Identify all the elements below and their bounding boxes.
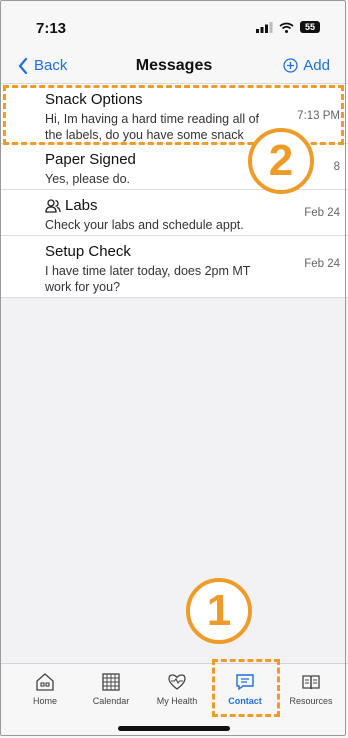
- tab-label: Resources: [289, 696, 333, 706]
- battery-icon: 55: [300, 21, 320, 33]
- message-preview: Yes, please do.: [45, 172, 131, 186]
- heart-pulse-icon: [168, 674, 186, 690]
- plus-circle-icon: [283, 58, 298, 73]
- tab-label: Contact: [228, 696, 262, 706]
- message-preview: I have time later today, does 2pm MT wor…: [45, 264, 251, 294]
- signal-icon: [256, 21, 273, 33]
- add-button[interactable]: Add: [283, 57, 330, 74]
- message-preview: Hi, Im having a hard time reading all of…: [45, 112, 259, 142]
- message-title: Snack Options: [45, 91, 143, 108]
- tab-calendar[interactable]: Calendar: [80, 672, 142, 706]
- message-title: Labs: [65, 197, 98, 214]
- status-icons: 55: [256, 21, 320, 33]
- tab-contact[interactable]: Contact: [214, 672, 276, 706]
- book-icon: [302, 675, 320, 690]
- home-indicator: [118, 726, 230, 731]
- tab-label: Calendar: [92, 696, 130, 706]
- chat-icon: [236, 674, 254, 691]
- message-list: Snack Options Hi, Im having a hard time …: [0, 84, 348, 298]
- tab-my-health[interactable]: My Health: [146, 672, 208, 706]
- message-preview: Check your labs and schedule appt.: [45, 218, 244, 232]
- add-label: Add: [303, 57, 330, 74]
- status-bar: 7:13 55: [0, 0, 348, 44]
- calendar-icon: [102, 673, 120, 691]
- message-title: Setup Check: [45, 243, 131, 260]
- tab-label: My Health: [156, 696, 198, 706]
- message-item-setup-check[interactable]: Setup Check I have time later today, doe…: [0, 236, 348, 298]
- message-time: 8: [333, 161, 340, 173]
- lab-users-icon: [45, 199, 61, 213]
- home-icon: [36, 673, 54, 691]
- message-item-labs[interactable]: Labs Check your labs and schedule appt. …: [0, 190, 348, 236]
- message-time: Feb 24: [304, 258, 340, 270]
- nav-bar: Back Messages Add: [0, 44, 348, 84]
- tab-resources[interactable]: Resources: [280, 672, 342, 706]
- status-time: 7:13: [36, 20, 67, 37]
- tab-home[interactable]: Home: [14, 672, 76, 706]
- message-title-row: Labs: [45, 197, 270, 215]
- message-time: Feb 24: [304, 207, 340, 219]
- message-time: 7:13 PM: [297, 110, 340, 122]
- message-title: Paper Signed: [45, 151, 136, 168]
- tab-label: Home: [32, 696, 57, 706]
- callout-badge-1: 1: [186, 578, 252, 644]
- wifi-icon: [279, 22, 294, 33]
- callout-badge-2: 2: [248, 128, 314, 194]
